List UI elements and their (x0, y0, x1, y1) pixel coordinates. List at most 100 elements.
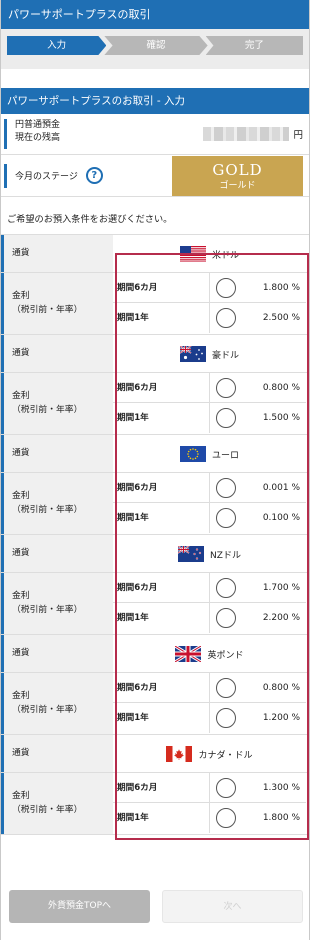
term-option[interactable]: 期間1年 1.500 % (113, 403, 306, 433)
balance-label-line2: 現在の残高 (15, 133, 61, 143)
term-radio[interactable] (216, 677, 236, 698)
term-label: 期間6カ月 (113, 372, 210, 403)
currency-row-label: 通貨 (1, 235, 113, 272)
step-confirm: 確認 (104, 36, 208, 55)
term-radio[interactable] (216, 408, 236, 428)
rate-value: 1.800 % (262, 282, 300, 293)
currency-list: 通貨 米ドル 金利 （税引前・年率） 期間6カ月 1.800 % 期間1年 2.500 % 通貨… (1, 235, 309, 835)
term-option[interactable]: 期間6カ月 1.700 % (113, 572, 306, 603)
stage-label: 今月のステージ (15, 172, 78, 182)
rate-label-line1: 金利 (12, 591, 30, 601)
rate-value: 1.500 % (262, 413, 300, 423)
currency-block: 通貨 ユーロ 金利 （税引前・年率） 期間6カ月 0.001 % 期間1年 0.100 % (1, 435, 309, 535)
rate-value: 1.800 % (262, 813, 300, 823)
eu-flag-icon (179, 446, 212, 462)
currency-row-label: 通貨 (1, 635, 113, 672)
term-radio[interactable] (216, 608, 236, 628)
section-title: パワーサポートプラスのお取引 - 入力 (1, 88, 309, 114)
back-to-fx-top-button[interactable]: 外貨預金TOPへ (9, 890, 150, 923)
term-radio[interactable] (216, 708, 236, 728)
currency-title: 豪ドル (113, 335, 306, 373)
currency-name: 米ドル (211, 250, 239, 261)
rate-row: 金利 （税引前・年率） 期間6カ月 0.800 % 期間1年 1.200 % (1, 672, 309, 734)
rate-label-line1: 金利 (12, 291, 30, 301)
rate-row-label: 金利 （税引前・年率） (1, 573, 113, 634)
currency-block: 通貨 米ドル金利 （税引前・年率） 期間6カ月 1.800 % 期間1年 2.500 % (1, 235, 309, 335)
term-option[interactable]: 期間6カ月 1.300 % (113, 772, 306, 803)
term-label: 期間6カ月 (113, 272, 210, 303)
term-option[interactable]: 期間1年 1.800 % (113, 803, 306, 833)
term-options: 期間6カ月 1.800 % 期間1年 2.500 % (113, 272, 306, 334)
term-options: 期間6カ月 0.800 % 期間1年 1.500 % (113, 372, 306, 434)
term-label: 期間6カ月 (113, 472, 210, 503)
app-title: パワーサポートプラスの取引 (8, 8, 151, 21)
currency-title: カナダ・ドル (113, 735, 306, 773)
currency-row-label: 通貨 (1, 435, 113, 472)
rate-label-line1: 金利 (12, 791, 30, 801)
term-label: 期間1年 (113, 703, 210, 733)
nz-flag-icon (178, 546, 210, 562)
stage-label-wrap: 今月のステージ ? (4, 163, 103, 188)
term-options: 期間6カ月 1.300 % 期間1年 1.800 % (113, 772, 306, 834)
term-option[interactable]: 期間1年 2.500 % (113, 303, 306, 333)
rate-value: 0.800 % (262, 682, 300, 693)
term-label: 期間1年 (113, 503, 210, 533)
currency-row: 通貨 ユーロ (1, 435, 309, 473)
term-label: 期間1年 (113, 403, 210, 433)
term-radio[interactable] (216, 808, 236, 828)
currency-title: NZドル (113, 535, 306, 573)
masked-amount (203, 127, 290, 141)
currency-name: ユーロ (211, 450, 239, 461)
rate-row-label: 金利 （税引前・年率） (1, 773, 113, 834)
term-option[interactable]: 期間1年 2.200 % (113, 603, 306, 633)
currency-row: 通貨 豪ドル (1, 335, 309, 373)
term-radio[interactable] (216, 277, 236, 298)
rate-value: 0.001 % (262, 482, 300, 493)
rate-value: 2.200 % (262, 613, 300, 623)
currency-block: 通貨 NZドル 金利 （税引前・年率） 期間6カ月 1.700 % 期間1年 2.200 % (1, 535, 309, 635)
rate-label-line2: （税引前・年率） (12, 305, 83, 315)
term-radio[interactable] (216, 508, 236, 528)
term-option[interactable]: 期間6カ月 0.800 % (113, 372, 306, 403)
footer-buttons: 外貨預金TOPへ 次へ (1, 886, 311, 940)
next-button-disabled[interactable]: 次へ (162, 890, 303, 923)
progress-steps: 入力 確認 完了 (1, 29, 309, 69)
rate-row: 金利 （税引前・年率） 期間6カ月 1.700 % 期間1年 2.200 % (1, 572, 309, 634)
term-option[interactable]: 期間1年 0.100 % (113, 503, 306, 533)
rate-label-line1: 金利 (12, 391, 30, 401)
ca-flag-icon (166, 746, 198, 762)
currency-row: 通貨 米ドル (1, 235, 309, 273)
term-radio[interactable] (216, 477, 236, 498)
help-icon[interactable]: ? (85, 167, 103, 184)
balance-value: 円 (203, 127, 303, 141)
term-option[interactable]: 期間6カ月 0.800 % (113, 672, 306, 703)
term-radio[interactable] (216, 377, 236, 398)
term-option[interactable]: 期間6カ月 0.001 % (113, 472, 306, 503)
step-input-active: 入力 (7, 36, 107, 55)
term-label: 期間6カ月 (113, 772, 210, 803)
term-radio[interactable] (216, 308, 236, 328)
balance-label-line1: 円普通預金 (15, 120, 61, 130)
rate-value: 1.300 % (262, 782, 300, 793)
term-label: 期間6カ月 (113, 572, 210, 603)
app-header: パワーサポートプラスの取引 (1, 0, 309, 29)
currency-title: 米ドル (113, 235, 306, 273)
term-options: 期間6カ月 0.001 % 期間1年 0.100 % (113, 472, 306, 534)
term-radio[interactable] (216, 777, 236, 798)
term-option[interactable]: 期間1年 1.200 % (113, 703, 306, 733)
term-radio[interactable] (216, 577, 236, 598)
page: パワーサポートプラスの取引 入力 確認 完了 パワーサポートプラスのお取引 - … (0, 0, 310, 940)
rate-row: 金利 （税引前・年率） 期間6カ月 0.800 % 期間1年 1.500 % (1, 372, 309, 434)
term-options: 期間6カ月 1.700 % 期間1年 2.200 % (113, 572, 306, 634)
term-label: 期間1年 (113, 603, 210, 633)
rate-value: 2.500 % (262, 313, 300, 323)
rate-label-line2: （税引前・年率） (12, 405, 83, 415)
term-label: 期間1年 (113, 803, 210, 833)
term-options: 期間6カ月 0.800 % 期間1年 1.200 % (113, 672, 306, 734)
stage-badge-main: GOLD (212, 160, 263, 179)
currency-block: 通貨 英ポンド 金利 （税引前・年率） 期間6カ月 0.800 % 期間1年 1.200 % (1, 635, 309, 735)
term-option[interactable]: 期間6カ月 1.800 % (113, 272, 306, 303)
currency-row: 通貨 英ポンド (1, 635, 309, 673)
currency-block: 通貨 豪ドル金利 （税引前・年率） 期間6カ月 0.800 % 期間1年 1.500 % (1, 335, 309, 435)
currency-name: カナダ・ドル (198, 750, 253, 761)
